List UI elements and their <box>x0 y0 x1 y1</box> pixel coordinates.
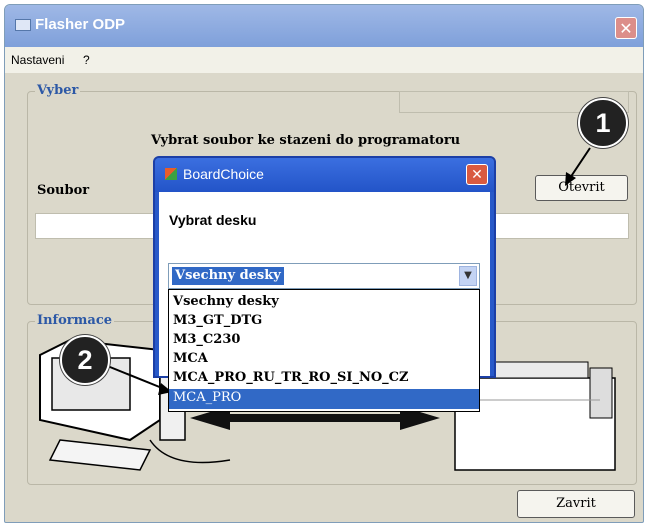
callout-1-arrowhead <box>565 172 576 186</box>
board-dropdown-list: Vsechny desky M3_GT_DTG M3_C230 MCA MCA_… <box>168 289 480 412</box>
board-select[interactable]: Vsechny desky ▼ <box>168 263 480 289</box>
dialog-title: BoardChoice <box>183 166 264 182</box>
list-item[interactable]: M3_GT_DTG <box>173 313 262 328</box>
dialog-title-bar: BoardChoice ✕ <box>155 158 494 192</box>
callout-badge-1: 1 <box>578 98 628 148</box>
board-choice-icon <box>165 168 177 180</box>
list-item[interactable]: MCA_PRO_RU_TR_RO_SI_NO_CZ <box>173 370 409 385</box>
list-item[interactable]: MCA <box>173 351 208 366</box>
callout-1-pointer <box>569 147 591 179</box>
chevron-down-icon[interactable]: ▼ <box>459 266 477 286</box>
list-item[interactable]: Vsechny desky <box>173 294 279 309</box>
dialog-prompt: Vybrat desku <box>169 212 257 228</box>
callout-badge-2: 2 <box>60 335 110 385</box>
list-item[interactable]: M3_C230 <box>173 332 240 347</box>
board-select-value: Vsechny desky <box>172 267 284 285</box>
list-item-selected[interactable]: MCA_PRO <box>169 389 479 409</box>
dialog-close-icon[interactable]: ✕ <box>466 164 488 185</box>
list-item-label: MCA_PRO <box>173 390 242 405</box>
